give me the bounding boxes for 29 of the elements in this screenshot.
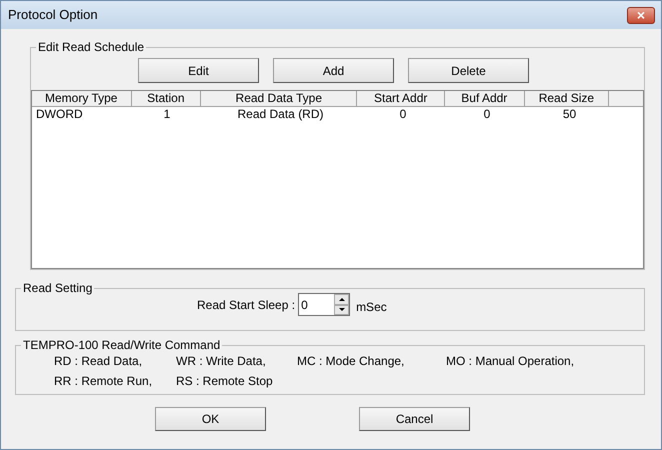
group-title: Read Setting — [22, 282, 94, 294]
column-header[interactable]: Start Addr — [357, 91, 445, 106]
command-text: RS : Remote Stop — [176, 373, 273, 390]
command-text: MC : Mode Change, — [297, 353, 404, 370]
command-text: MO : Manual Operation, — [446, 353, 574, 370]
column-header[interactable]: Read Size — [524, 91, 610, 106]
table-cell-text: 50 — [562, 107, 578, 121]
column-header[interactable]: Read Data Type — [201, 91, 358, 106]
unit-label: mSec — [356, 298, 387, 316]
column-header[interactable]: Buf Addr — [444, 91, 525, 106]
window-title: Protocol Option — [8, 6, 98, 24]
action-button[interactable]: Edit — [138, 58, 259, 83]
dialog-button[interactable]: Cancel — [359, 407, 470, 431]
table-cell-text: DWORD — [35, 107, 84, 121]
table-cell-text: 0 — [398, 107, 408, 121]
command-text: RR : Remote Run, — [54, 373, 152, 390]
table-cell-text: 1 — [162, 107, 172, 121]
table-cell-text: 0 — [482, 107, 492, 121]
dialog-button[interactable]: OK — [155, 407, 266, 431]
column-header[interactable]: Memory Type — [32, 91, 132, 106]
group-title: Edit Read Schedule — [37, 41, 146, 53]
command-text: WR : Write Data, — [176, 353, 266, 370]
command-text: RD : Read Data, — [54, 353, 142, 370]
group-title: TEMPRO-100 Read/Write Command — [22, 339, 222, 351]
action-button[interactable]: Delete — [408, 58, 529, 83]
column-header[interactable]: Station — [132, 91, 202, 106]
field-label: Read Start Sleep : — [197, 296, 296, 314]
action-button[interactable]: Add — [273, 58, 394, 83]
table-cell-text: Read Data (RD) — [236, 107, 325, 121]
